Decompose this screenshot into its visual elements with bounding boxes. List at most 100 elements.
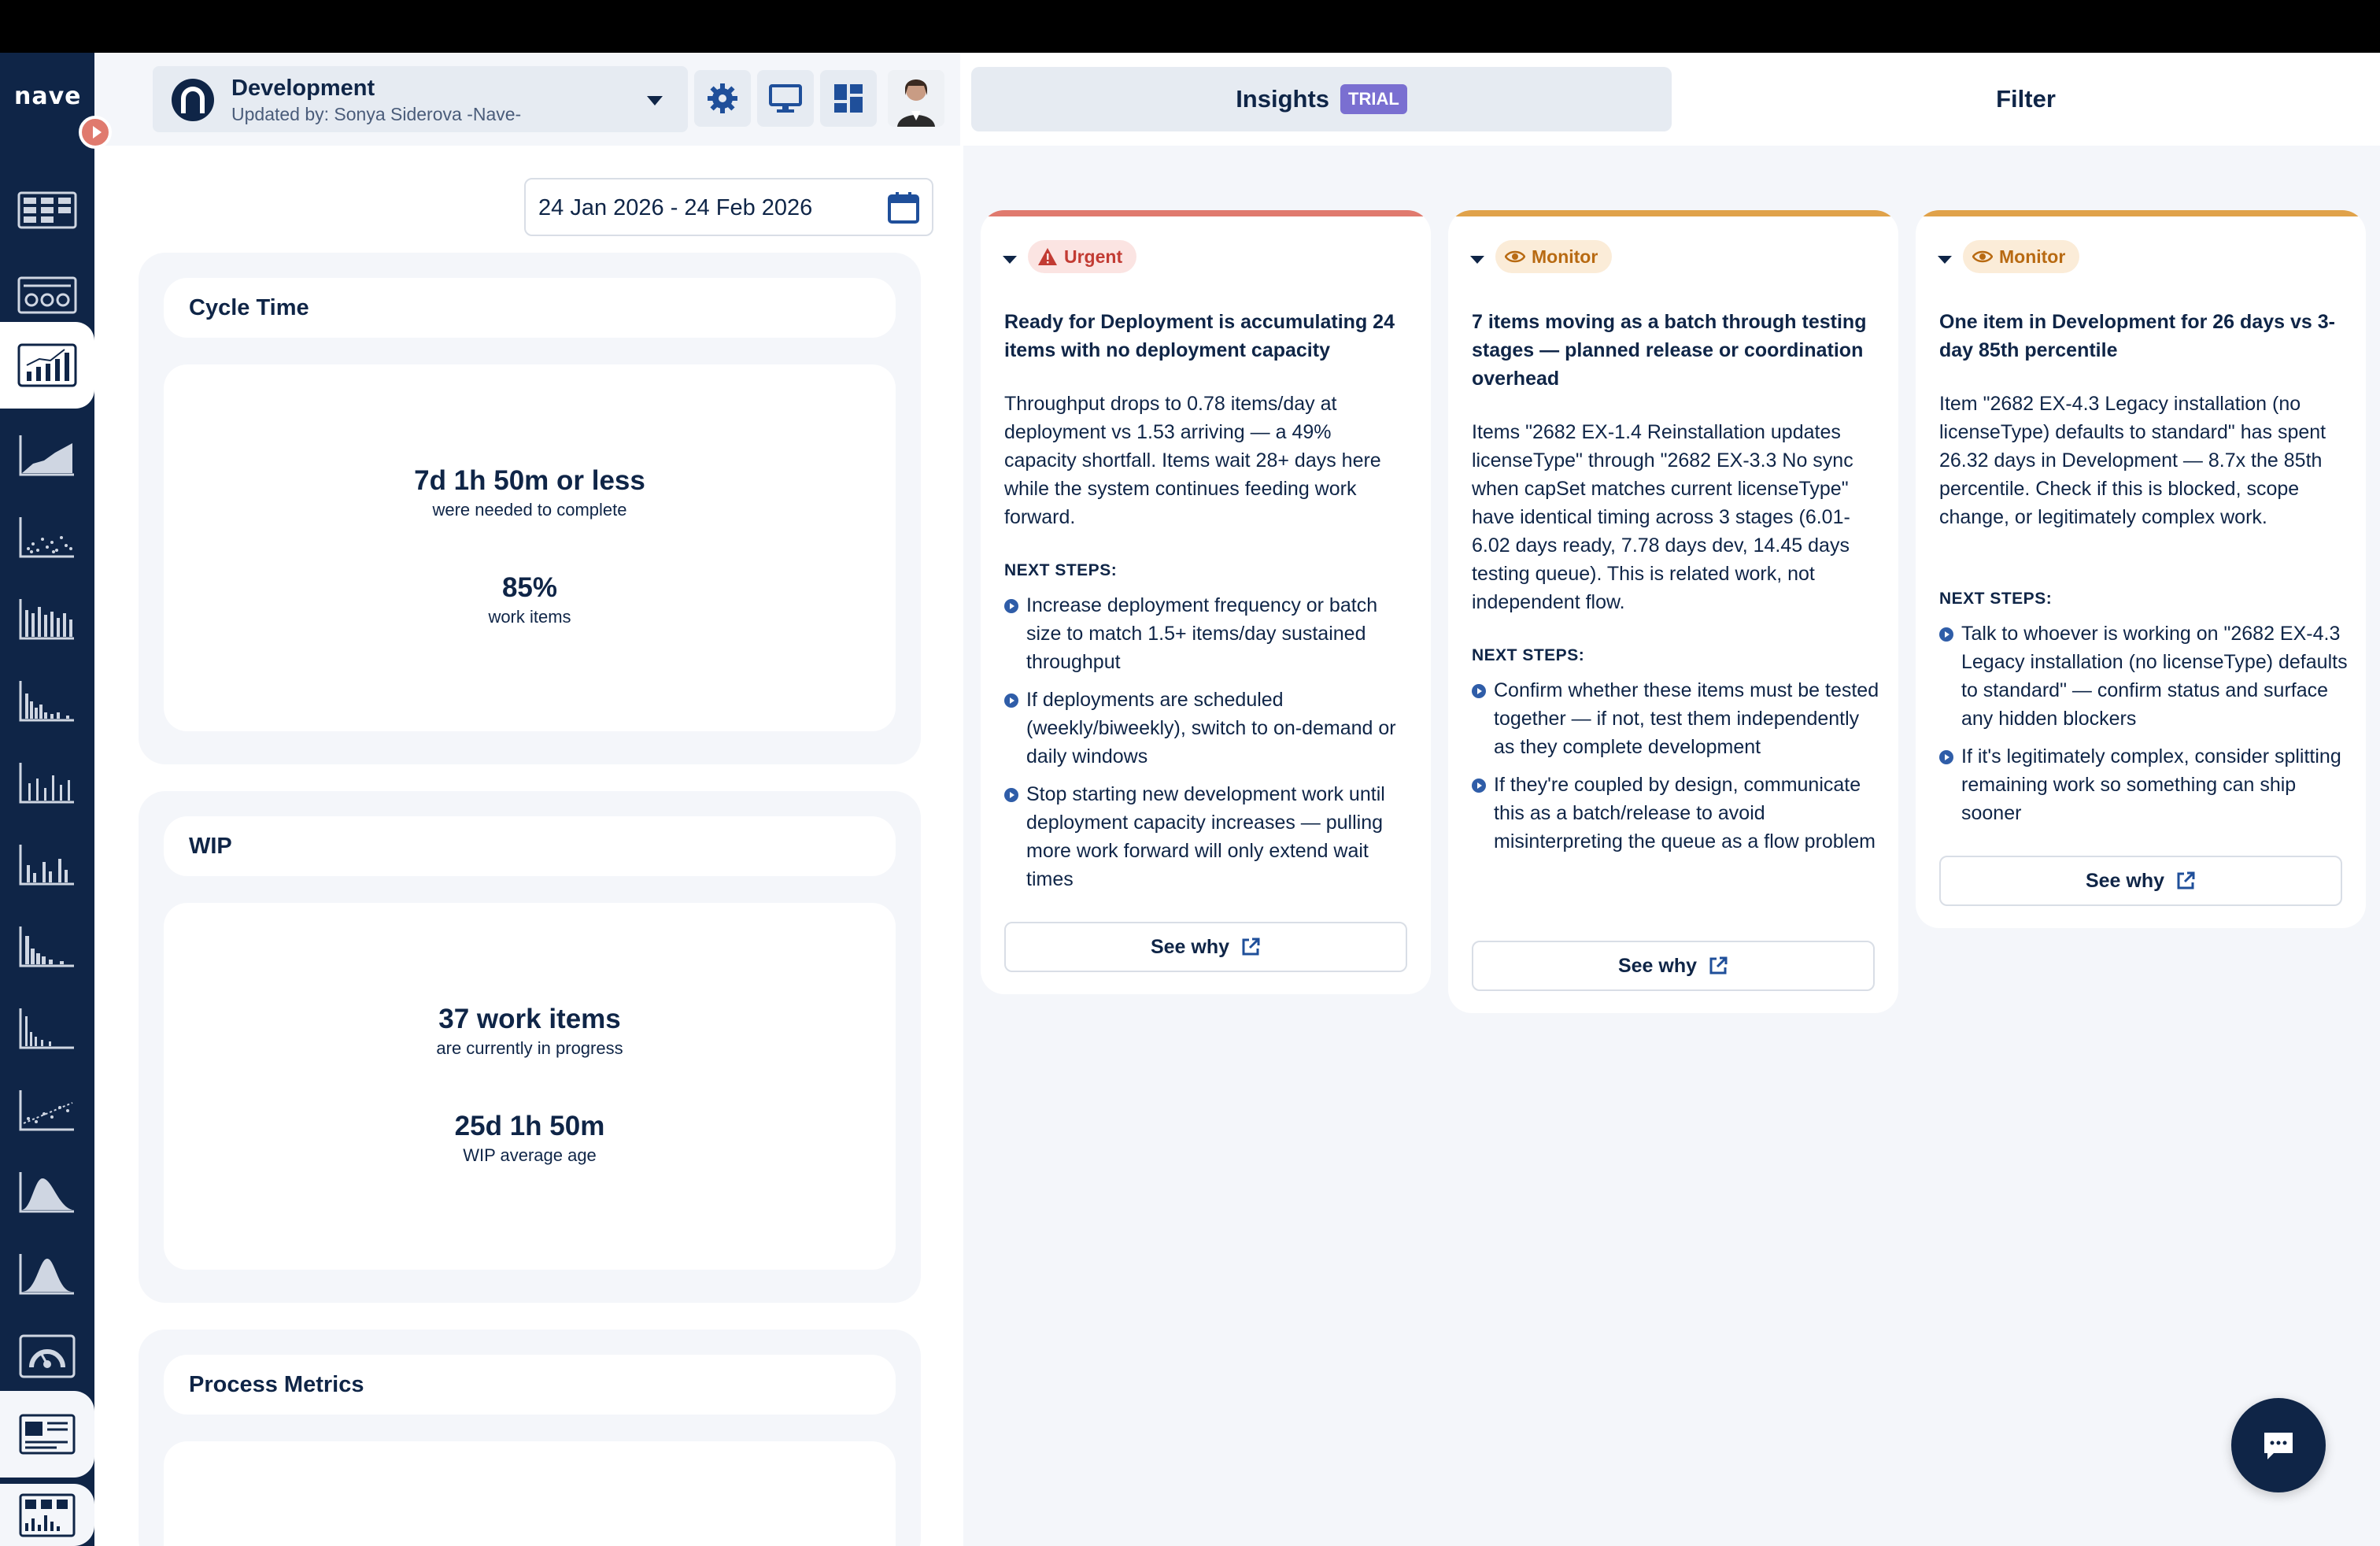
cycle-time-header: Cycle Time <box>164 278 896 338</box>
distribution-bars-icon <box>19 845 74 886</box>
arrow-bullet-icon <box>1939 627 1953 642</box>
severity-label: Urgent <box>1064 246 1123 267</box>
step-text: If deployments are scheduled (weekly/biw… <box>1026 689 1396 767</box>
trend-scatter-icon <box>19 1090 74 1131</box>
sidebar-item-cumulative-flow[interactable] <box>0 416 94 495</box>
sidebar-item-sparse-histogram[interactable] <box>0 989 94 1068</box>
presentation-mode-button[interactable] <box>757 70 814 127</box>
arrow-right-icon <box>92 126 102 139</box>
next-steps-list: Increase deployment frequency or batch s… <box>1004 591 1414 903</box>
external-link-icon <box>1709 956 1728 975</box>
tab-insights[interactable]: Insights TRIAL <box>971 67 1672 131</box>
user-avatar[interactable] <box>888 70 944 127</box>
next-step-item: If they're coupled by design, communicat… <box>1472 771 1881 856</box>
next-steps-list: Talk to whoever is working on "2682 EX-4… <box>1939 620 2349 837</box>
board-selector[interactable]: Development Updated by: Sonya Siderova -… <box>153 66 688 132</box>
collapse-caret-icon[interactable] <box>1938 256 1952 264</box>
eye-icon <box>1505 250 1525 263</box>
process-metrics-panel: Process Metrics <box>139 1330 921 1546</box>
kanban-board-icon <box>17 191 77 229</box>
insight-description: Items "2682 EX-1.4 Reinstallation update… <box>1472 421 1853 613</box>
see-why-button[interactable]: See why <box>1939 856 2342 906</box>
sidebar-item-dashboard[interactable] <box>0 1391 94 1478</box>
next-step-item: Increase deployment frequency or batch s… <box>1004 591 1414 676</box>
cycle-time-caption: were needed to complete <box>432 500 627 520</box>
step-text: Stop starting new development work until… <box>1026 783 1385 890</box>
process-metrics-title: Process Metrics <box>189 1372 364 1397</box>
sidebar-item-analytics[interactable] <box>0 322 94 409</box>
gauge-icon <box>19 1334 76 1378</box>
see-why-label: See why <box>2085 869 2165 892</box>
arrow-bullet-icon <box>1004 788 1018 802</box>
step-text: If they're coupled by design, communicat… <box>1494 774 1876 853</box>
sidebar-item-run-chart[interactable] <box>0 744 94 823</box>
cycle-time-title: Cycle Time <box>189 295 309 320</box>
cumulative-flow-icon <box>19 435 74 476</box>
sidebar-item-throughput[interactable] <box>0 580 94 659</box>
wip-panel: WIP 37 work items are currently in progr… <box>139 791 921 1303</box>
sidebar-expand-button[interactable] <box>79 116 112 149</box>
severity-badge: Urgent <box>1028 240 1137 273</box>
arrow-bullet-icon <box>1004 599 1018 613</box>
board-title: Development <box>231 76 375 101</box>
sidebar: nave <box>0 53 112 1546</box>
chat-support-button[interactable] <box>2231 1398 2326 1492</box>
arrow-bullet-icon <box>1472 684 1486 698</box>
see-why-button[interactable]: See why <box>1004 922 1407 972</box>
insight-description: Item "2682 EX-4.3 Legacy installation (n… <box>1939 393 2326 528</box>
insight-description: Throughput drops to 0.78 items/day at de… <box>1004 393 1381 528</box>
run-chart-icon <box>19 763 74 804</box>
arrow-bullet-icon <box>1004 693 1018 708</box>
wip-average-age: 25d 1h 50m <box>454 1111 605 1141</box>
chevron-down-icon <box>647 96 663 105</box>
severity-label: Monitor <box>1999 246 2066 267</box>
sidebar-item-probability[interactable] <box>0 1153 94 1232</box>
insights-tab-label: Insights <box>1236 85 1330 113</box>
wip-title: WIP <box>189 834 232 859</box>
process-metrics-header: Process Metrics <box>164 1355 896 1415</box>
process-metrics-body <box>164 1441 896 1546</box>
date-range-value: 24 Jan 2026 - 24 Feb 2026 <box>538 195 813 220</box>
dashboard-icon <box>834 84 863 113</box>
sidebar-item-aging[interactable] <box>0 908 94 986</box>
dashboard-report-icon <box>19 1414 76 1455</box>
metrics-report-icon <box>19 1493 76 1537</box>
step-text: Confirm whether these items must be test… <box>1494 679 1879 758</box>
wip-header: WIP <box>164 816 896 876</box>
sidebar-item-board[interactable] <box>0 171 94 250</box>
calendar-icon[interactable] <box>886 190 921 225</box>
next-step-item: Confirm whether these items must be test… <box>1472 676 1881 761</box>
cycle-time-body: 7d 1h 50m or less were needed to complet… <box>164 364 896 731</box>
sidebar-item-bell-curve[interactable] <box>0 1235 94 1314</box>
sidebar-item-histogram[interactable] <box>0 662 94 741</box>
histogram-icon <box>19 681 74 722</box>
card-accent <box>981 210 1431 216</box>
step-text: Talk to whoever is working on "2682 EX-4… <box>1961 623 2348 730</box>
board-updated-by: Updated by: Sonya Siderova -Nave- <box>231 104 522 124</box>
dashboard-layout-button[interactable] <box>820 70 877 127</box>
wip-body: 37 work items are currently in progress … <box>164 903 896 1270</box>
tab-filter[interactable]: Filter <box>1680 67 2372 131</box>
nave-logo: nave <box>14 83 82 110</box>
window-top-bar <box>0 0 2380 53</box>
date-range-picker[interactable]: 24 Jan 2026 - 24 Feb 2026 <box>524 178 933 236</box>
next-step-item: If it's legitimately complex, consider s… <box>1939 742 2349 827</box>
settings-button[interactable] <box>694 70 751 127</box>
wip-count-caption: are currently in progress <box>436 1038 623 1058</box>
collapse-caret-icon[interactable] <box>1003 256 1017 264</box>
see-why-button[interactable]: See why <box>1472 941 1875 991</box>
insight-card: Monitor One item in Development for 26 d… <box>1916 210 2366 928</box>
collapse-caret-icon[interactable] <box>1470 256 1484 264</box>
gear-icon <box>708 83 737 113</box>
external-link-icon <box>2177 871 2195 890</box>
insights-area: Insights TRIAL Filter Urgent Ready for D… <box>963 53 2380 1546</box>
step-text: Increase deployment frequency or batch s… <box>1026 594 1378 673</box>
sidebar-item-distribution[interactable] <box>0 826 94 904</box>
scatter-plot-icon <box>19 517 74 558</box>
sidebar-item-scatter[interactable] <box>0 498 94 577</box>
sidebar-item-gauge[interactable] <box>0 1317 94 1396</box>
board-header: Development Updated by: Sonya Siderova -… <box>94 53 960 146</box>
next-step-item: Stop starting new development work until… <box>1004 780 1414 893</box>
sidebar-item-trend[interactable] <box>0 1071 94 1150</box>
sidebar-item-metrics-report[interactable] <box>0 1484 94 1546</box>
